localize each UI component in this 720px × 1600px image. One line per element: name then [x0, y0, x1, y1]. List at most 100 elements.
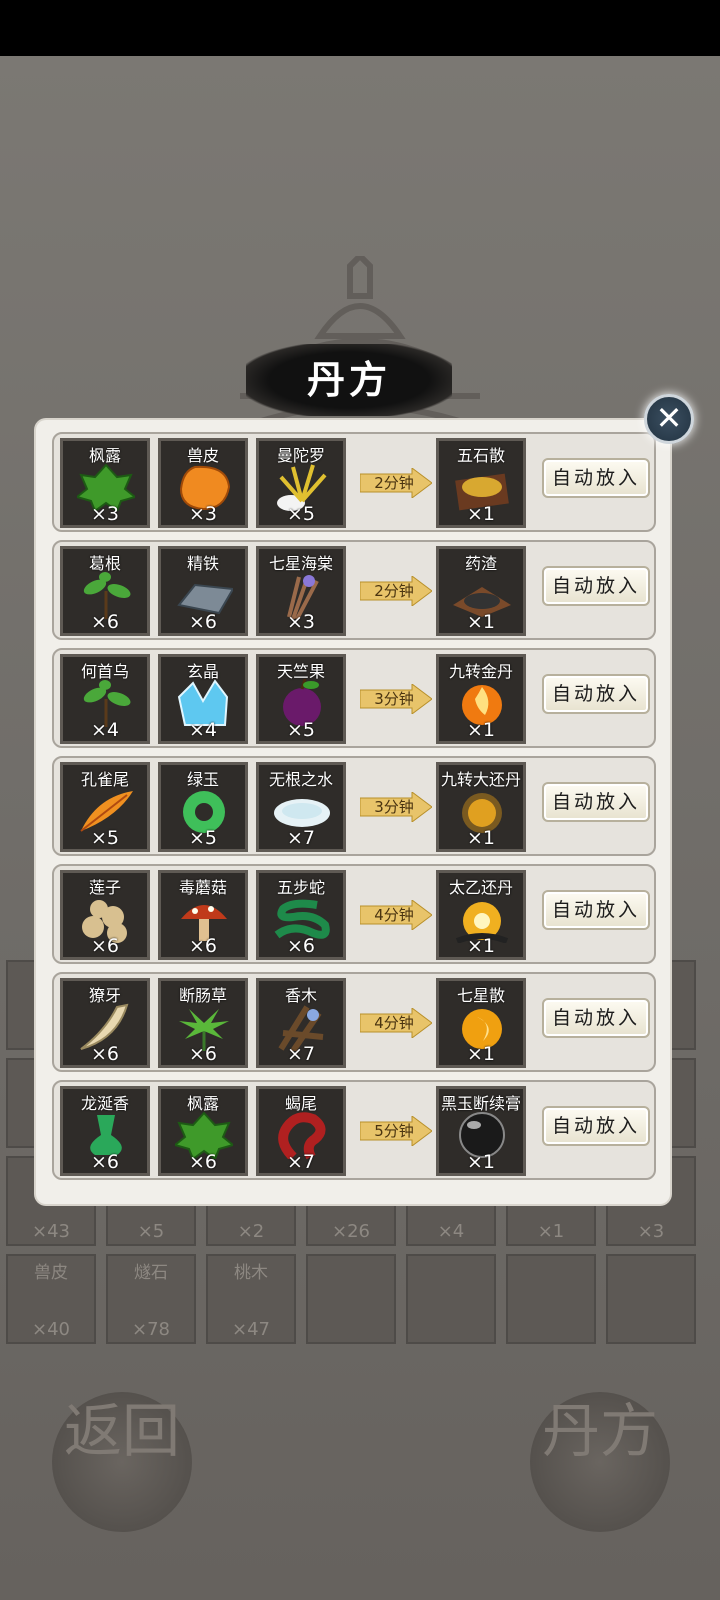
auto-fill-button[interactable]: 自动放入	[542, 890, 650, 930]
inventory-count: ×40	[32, 1319, 70, 1340]
ingredient-slot[interactable]: 葛根 ×6	[60, 546, 150, 636]
back-button[interactable]: 返回	[52, 1392, 192, 1532]
ingredient-name: 孔雀尾	[80, 770, 129, 789]
inventory-slot[interactable]	[406, 1254, 496, 1344]
title-banner: 丹方	[246, 344, 452, 416]
ingredient-count: ×5	[90, 827, 119, 849]
ingredient-count: ×6	[90, 1043, 119, 1065]
inventory-slot[interactable]: 兽皮 ×40	[6, 1254, 96, 1344]
inventory-slot[interactable]	[306, 1254, 396, 1344]
inventory-count: ×3	[637, 1221, 665, 1242]
ingredient-count: ×7	[286, 1151, 315, 1173]
close-icon: ✕	[655, 399, 683, 437]
product-count: ×1	[466, 1043, 495, 1065]
product-count: ×1	[466, 1151, 495, 1173]
ingredient-name: 玄晶	[186, 662, 219, 681]
ingredient-slot[interactable]: 兽皮 ×3	[158, 438, 248, 528]
ingredient-slot[interactable]: 断肠草 ×6	[158, 978, 248, 1068]
product-slot[interactable]: 七星散 ×1	[436, 978, 526, 1068]
ingredient-name: 何首乌	[80, 662, 129, 681]
inventory-slot[interactable]: 燧石 ×78	[106, 1254, 196, 1344]
ingredient-count: ×4	[188, 719, 217, 741]
ingredient-slot[interactable]: 玄晶 ×4	[158, 654, 248, 744]
ingredient-slot[interactable]: 曼陀罗 ×5	[256, 438, 346, 528]
auto-fill-button[interactable]: 自动放入	[542, 782, 650, 822]
auto-fill-button[interactable]: 自动放入	[542, 566, 650, 606]
product-slot[interactable]: 九转大还丹 ×1	[436, 762, 526, 852]
ingredient-count: ×6	[188, 935, 217, 957]
ingredient-name: 兽皮	[186, 446, 219, 465]
ingredient-name: 毒蘑菇	[178, 878, 227, 897]
inventory-count: ×2	[237, 1221, 265, 1242]
close-button[interactable]: ✕	[644, 394, 694, 444]
ingredient-slot[interactable]: 孔雀尾 ×5	[60, 762, 150, 852]
inventory-name: 燧石	[134, 1263, 168, 1283]
craft-time-arrow: 4分钟	[360, 900, 432, 930]
ingredient-slot[interactable]: 无根之水 ×7	[256, 762, 346, 852]
craft-time: 3分钟	[374, 690, 414, 708]
auto-fill-button[interactable]: 自动放入	[542, 458, 650, 498]
craft-time-arrow: 5分钟	[360, 1116, 432, 1146]
product-name: 五石散	[456, 446, 505, 465]
inventory-count: ×4	[437, 1221, 465, 1242]
ingredient-count: ×6	[286, 935, 315, 957]
ingredient-slot[interactable]: 香木 ×7	[256, 978, 346, 1068]
ingredient-count: ×7	[286, 1043, 315, 1065]
craft-time-arrow: 2分钟	[360, 576, 432, 606]
recipe-row: 龙涎香 ×6 枫露 ×6 蝎尾 ×7 5分钟 黑玉断续膏 ×1 自动放入	[52, 1080, 656, 1180]
ingredient-name: 无根之水	[268, 770, 333, 789]
ingredient-name: 枫露	[186, 1094, 219, 1113]
product-name: 太乙还丹	[448, 878, 513, 897]
craft-time-arrow: 4分钟	[360, 1008, 432, 1038]
ingredient-name: 精铁	[186, 554, 219, 573]
ingredient-count: ×5	[286, 503, 315, 525]
product-count: ×1	[466, 827, 495, 849]
product-name: 黑玉断续膏	[440, 1094, 521, 1113]
ingredient-slot[interactable]: 蝎尾 ×7	[256, 1086, 346, 1176]
product-slot[interactable]: 太乙还丹 ×1	[436, 870, 526, 960]
ingredient-name: 蝎尾	[284, 1094, 317, 1113]
craft-time: 2分钟	[374, 582, 414, 600]
ingredient-slot[interactable]: 五步蛇 ×6	[256, 870, 346, 960]
inventory-slot[interactable]	[506, 1254, 596, 1344]
product-slot[interactable]: 九转金丹 ×1	[436, 654, 526, 744]
ingredient-slot[interactable]: 枫露 ×6	[158, 1086, 248, 1176]
auto-fill-button[interactable]: 自动放入	[542, 998, 650, 1038]
product-slot[interactable]: 黑玉断续膏 ×1	[436, 1086, 526, 1176]
inventory-count: ×1	[537, 1221, 565, 1242]
recipe-row: 葛根 ×6 精铁 ×6 七星海棠 ×3 2分钟 药渣 ×1 自动放入	[52, 540, 656, 640]
craft-time-arrow: 2分钟	[360, 468, 432, 498]
recipe-row: 莲子 ×6 毒蘑菇 ×6 五步蛇 ×6 4分钟 太乙还丹 ×1 自动放入	[52, 864, 656, 964]
ingredient-name: 獠牙	[88, 986, 121, 1005]
inventory-slot[interactable]: 桃木 ×47	[206, 1254, 296, 1344]
product-slot[interactable]: 五石散 ×1	[436, 438, 526, 528]
inventory-name: 桃木	[234, 1263, 268, 1283]
ingredient-slot[interactable]: 天竺果 ×5	[256, 654, 346, 744]
ingredient-slot[interactable]: 何首乌 ×4	[60, 654, 150, 744]
auto-fill-button[interactable]: 自动放入	[542, 1106, 650, 1146]
inventory-count: ×43	[32, 1221, 70, 1242]
ingredient-slot[interactable]: 绿玉 ×5	[158, 762, 248, 852]
ingredient-count: ×5	[188, 827, 217, 849]
ingredient-count: ×6	[188, 1151, 217, 1173]
ingredient-slot[interactable]: 獠牙 ×6	[60, 978, 150, 1068]
product-slot[interactable]: 药渣 ×1	[436, 546, 526, 636]
inventory-count: ×26	[332, 1221, 370, 1242]
ingredient-name: 七星海棠	[268, 554, 333, 573]
ingredient-slot[interactable]: 精铁 ×6	[158, 546, 248, 636]
craft-time-arrow: 3分钟	[360, 684, 432, 714]
ingredient-slot[interactable]: 龙涎香 ×6	[60, 1086, 150, 1176]
ingredient-slot[interactable]: 莲子 ×6	[60, 870, 150, 960]
ingredient-slot[interactable]: 枫露 ×3	[60, 438, 150, 528]
ingredient-name: 香木	[284, 986, 317, 1005]
inventory-slot[interactable]	[606, 1254, 696, 1344]
ingredient-slot[interactable]: 毒蘑菇 ×6	[158, 870, 248, 960]
ingredient-count: ×6	[90, 1151, 119, 1173]
auto-fill-button[interactable]: 自动放入	[542, 674, 650, 714]
ingredient-slot[interactable]: 七星海棠 ×3	[256, 546, 346, 636]
ingredient-count: ×6	[90, 611, 119, 633]
ingredient-count: ×4	[90, 719, 119, 741]
craft-time: 5分钟	[374, 1122, 414, 1140]
product-name: 九转大还丹	[440, 770, 521, 789]
recipe-book-button[interactable]: 丹方	[530, 1392, 670, 1532]
